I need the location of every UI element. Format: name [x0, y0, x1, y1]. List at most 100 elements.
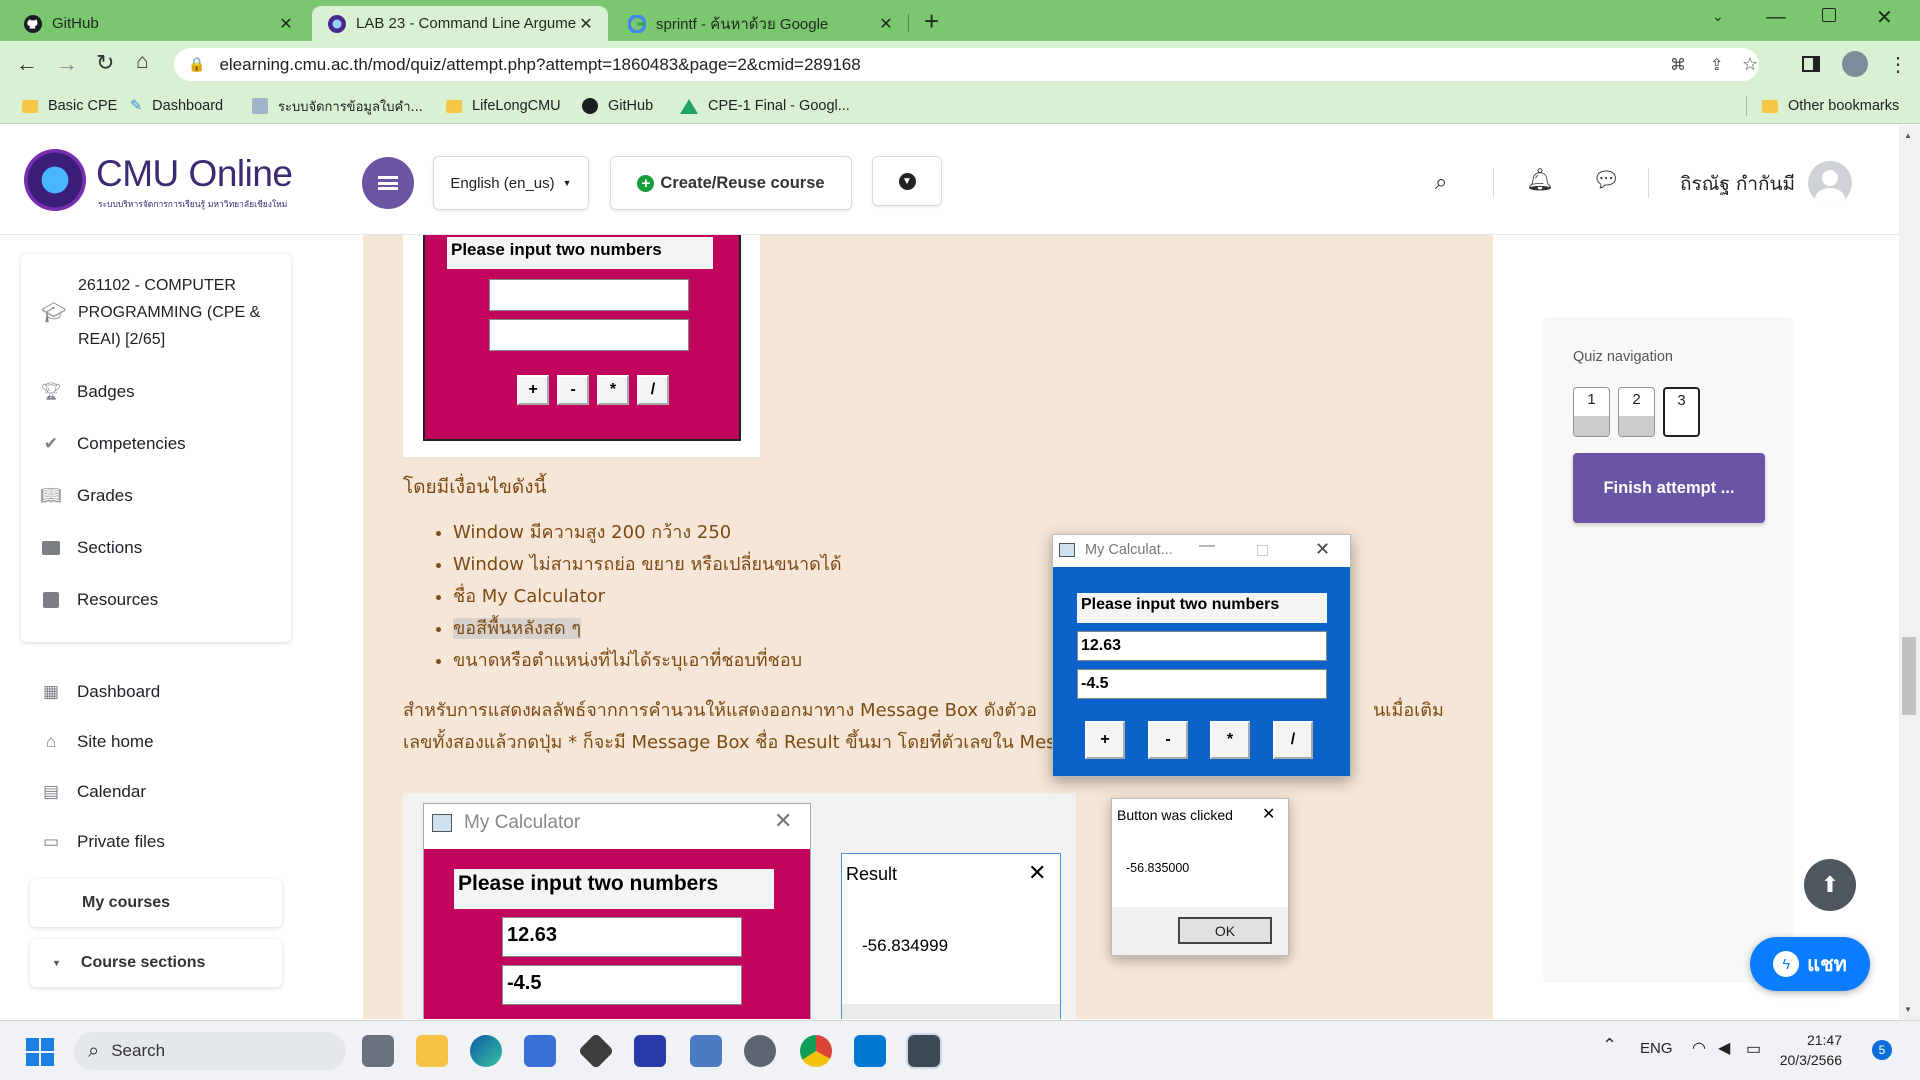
bookmark-star-icon[interactable]: ☆	[1742, 54, 1758, 75]
messages-icon[interactable]: 💬︎	[1592, 167, 1620, 193]
back-icon[interactable]: ←	[16, 51, 38, 77]
minus-button: -	[557, 375, 589, 405]
chevron-up-icon[interactable]: ⌃	[1602, 1035, 1617, 1056]
plus-button[interactable]: +	[1085, 721, 1125, 759]
tab-google[interactable]: sprintf - ค้นหาด้วย Google ✕	[612, 6, 908, 41]
number-input-2[interactable]: -4.5	[1077, 669, 1327, 699]
minimize-window-button[interactable]: —	[1766, 6, 1786, 29]
volume-icon[interactable]: ◀	[1718, 1038, 1730, 1058]
share-icon[interactable]: ⇪	[1710, 55, 1723, 75]
forward-icon[interactable]: →	[56, 51, 78, 77]
condition-item: Window มีความสูง 200 กว้าง 250	[453, 517, 842, 549]
quiz-page-2[interactable]: 2	[1618, 387, 1655, 437]
number-input-1[interactable]: 12.63	[1077, 631, 1327, 661]
bookmark-basic-cpe[interactable]: Basic CPE	[22, 88, 117, 124]
language-label: English (en_us)	[450, 174, 555, 192]
quiz-page-3[interactable]: 3	[1663, 387, 1700, 437]
file-explorer-icon[interactable]	[416, 1035, 448, 1067]
close-window-button[interactable]: ✕	[1876, 5, 1893, 30]
home-icon[interactable]: ⌂	[136, 50, 149, 74]
close-button[interactable]: ✕	[1262, 804, 1275, 824]
drawer-toggle-button[interactable]	[362, 157, 414, 209]
messenger-chat-button[interactable]: ϟ แชท	[1750, 937, 1870, 991]
multiply-button[interactable]: *	[1210, 721, 1250, 759]
minimize-button[interactable]: —	[1199, 537, 1215, 555]
side-panel-icon[interactable]	[1802, 56, 1820, 72]
translate-icon[interactable]: ⌘	[1670, 55, 1686, 75]
lock-icon[interactable]: 🔒	[188, 56, 205, 73]
floating-calculator-window[interactable]: My Calculat... — ✕ Please input two numb…	[1052, 534, 1351, 777]
other-bookmarks[interactable]: Other bookmarks	[1762, 88, 1899, 124]
minus-button[interactable]: -	[1148, 721, 1188, 759]
profile-avatar[interactable]	[1842, 51, 1868, 77]
my-courses-button[interactable]: My courses	[30, 879, 282, 927]
divide-button[interactable]: /	[1273, 721, 1313, 759]
message-box[interactable]: Button was clicked ✕ -56.835000 OK	[1111, 798, 1289, 956]
scrollbar-thumb[interactable]	[1902, 637, 1916, 715]
logo-text[interactable]: CMU Online	[96, 153, 293, 195]
chrome-menu-icon[interactable]: ⋮	[1888, 52, 1908, 77]
create-course-button[interactable]: + Create/Reuse course	[610, 156, 852, 210]
address-bar[interactable]: 🔒 elearning.cmu.ac.th/mod/quiz/attempt.p…	[174, 48, 1759, 81]
input-language[interactable]: ENG	[1640, 1040, 1673, 1057]
battery-icon[interactable]: ▭	[1746, 1039, 1761, 1059]
bookmark-github[interactable]: GitHub	[582, 88, 653, 124]
unity-icon[interactable]	[577, 1032, 615, 1070]
quiz-page-1[interactable]: 1	[1573, 387, 1610, 437]
scroll-top-button[interactable]: ⬆	[1804, 859, 1856, 911]
check-icon: ✔	[43, 434, 59, 453]
conditions-heading: โดยมีเงื่อนไขดังนี้	[403, 476, 547, 498]
reload-icon[interactable]: ↻	[96, 50, 114, 76]
sidebar-item-resources[interactable]: Resources	[41, 590, 158, 610]
course-sections-button[interactable]: ▼ Course sections	[30, 939, 282, 987]
user-avatar[interactable]	[1808, 161, 1852, 205]
page-scrollbar[interactable]: ▲ ▼	[1899, 125, 1920, 1020]
wifi-icon[interactable]: ◠	[1692, 1038, 1706, 1058]
task-view-icon[interactable]	[362, 1035, 394, 1067]
close-button[interactable]: ✕	[1315, 539, 1330, 560]
maximize-window-button[interactable]	[1822, 8, 1836, 22]
cmu-logo-icon[interactable]	[24, 149, 86, 211]
ok-button[interactable]: OK	[1178, 917, 1272, 944]
monitor-app-icon[interactable]	[690, 1035, 722, 1067]
more-menu-button[interactable]: ▼	[872, 156, 942, 206]
windows-start-icon[interactable]	[26, 1038, 54, 1066]
mathworks-icon[interactable]	[634, 1035, 666, 1067]
taskbar-clock[interactable]: 21:47 20/3/2566	[1772, 1030, 1842, 1070]
settings-gear-icon[interactable]	[744, 1035, 776, 1067]
new-tab-button[interactable]: +	[924, 6, 939, 37]
tab-lab23[interactable]: LAB 23 - Command Line Argume ✕	[312, 6, 608, 41]
tab-search-icon[interactable]: ⌄	[1712, 8, 1724, 25]
user-name[interactable]: ถิรณัฐ กำกันมี	[1680, 169, 1795, 199]
store-icon[interactable]	[524, 1035, 556, 1067]
search-icon[interactable]: ⌕	[1435, 169, 1447, 195]
bookmark-dashboard[interactable]: ✎ Dashboard	[130, 88, 223, 124]
close-tab-icon[interactable]: ✕	[878, 14, 894, 34]
sidebar-item-sections[interactable]: Sections	[41, 538, 142, 558]
close-tab-icon[interactable]: ✕	[278, 14, 294, 34]
close-tab-icon[interactable]: ✕	[578, 14, 594, 34]
finish-attempt-button[interactable]: Finish attempt ...	[1573, 453, 1765, 523]
sidebar-item-private-files[interactable]: ▭ Private files	[41, 832, 165, 852]
sidebar-item-badges[interactable]: 🏆︎ Badges	[40, 382, 134, 402]
bookmark-thai-system[interactable]: ระบบจัดการข้อมูลใบคำ...	[252, 88, 423, 124]
language-selector[interactable]: English (en_us) ▼	[433, 156, 589, 210]
bookmark-cpe1-final[interactable]: CPE-1 Final - Googl...	[680, 88, 850, 124]
vscode-icon[interactable]	[854, 1035, 886, 1067]
sidebar-item-grades[interactable]: 📖︎ Grades	[40, 486, 133, 506]
chrome-icon[interactable]	[800, 1035, 832, 1067]
taskbar-search[interactable]: ⌕ Search	[74, 1032, 346, 1070]
sidebar-item-dashboard[interactable]: ▦ Dashboard	[41, 682, 160, 702]
sidebar-item-calendar[interactable]: ▤ Calendar	[41, 782, 146, 802]
sidebar-item-site-home[interactable]: ⌂ Site home	[41, 732, 154, 752]
divide-button: /	[637, 375, 669, 405]
notifications-bell-icon[interactable]: 🔔︎	[1526, 167, 1554, 193]
course-title[interactable]: 261102 - COMPUTER PROGRAMMING (CPE & REA…	[78, 272, 278, 353]
tab-github[interactable]: GitHub ✕	[8, 6, 308, 41]
sidebar-item-competencies[interactable]: ✔ Competencies	[41, 434, 186, 454]
my-calculator-app-icon[interactable]	[906, 1033, 942, 1069]
edge-icon[interactable]	[470, 1035, 502, 1067]
paragraph-line1: สำหรับการแสดงผลลัพธ์จากการคำนวนให้แสดงออ…	[403, 700, 1037, 721]
notification-badge[interactable]: 5	[1872, 1040, 1892, 1060]
bookmark-lifelong[interactable]: LifeLongCMU	[446, 88, 561, 124]
